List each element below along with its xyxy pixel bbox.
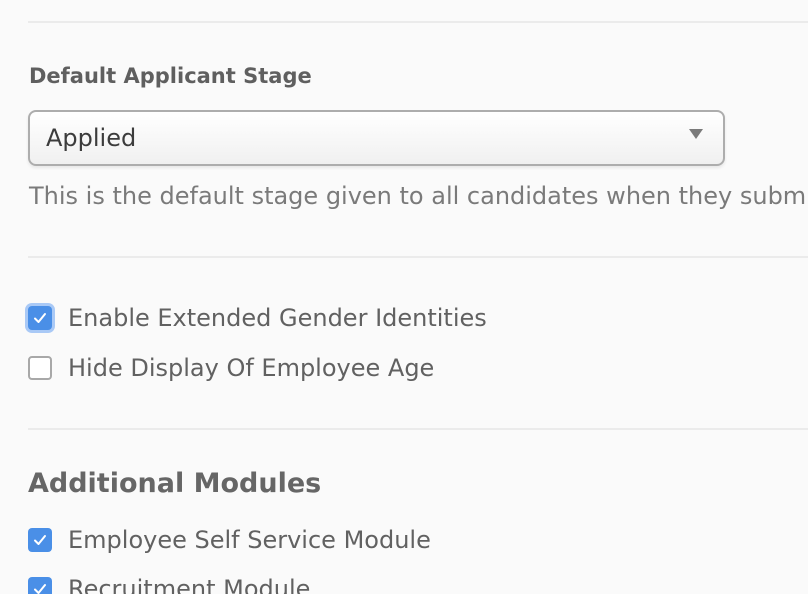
hide-age-label[interactable]: Hide Display Of Employee Age [68,354,434,382]
checkmark-icon [34,584,46,594]
self-service-module-option: Employee Self Service Module [28,525,431,555]
self-service-module-checkbox[interactable] [28,528,52,552]
extended-gender-option: Enable Extended Gender Identities [28,303,487,333]
additional-modules-heading: Additional Modules [28,468,322,499]
recruitment-module-label[interactable]: Recruitment Module [68,575,310,594]
checkmark-icon [34,313,46,323]
recruitment-module-checkbox[interactable] [28,577,52,594]
checkmark-icon [34,535,46,545]
hide-age-checkbox[interactable] [28,356,52,380]
stage-divider [28,256,808,258]
recruitment-module-option: Recruitment Module [28,574,310,594]
applicant-stage-label: Default Applicant Stage [29,64,312,88]
self-service-module-label[interactable]: Employee Self Service Module [68,526,431,554]
settings-page: Default Applicant Stage Applied This is … [0,0,808,594]
dropdown-arrow-icon [689,129,703,139]
applicant-stage-select[interactable]: Applied [28,110,725,166]
extended-gender-checkbox[interactable] [28,306,52,330]
applicant-stage-help-text: This is the default stage given to all c… [29,182,808,210]
applicant-stage-selected-value: Applied [46,124,137,152]
hide-age-option: Hide Display Of Employee Age [28,353,434,383]
extended-gender-label[interactable]: Enable Extended Gender Identities [68,304,487,332]
top-divider [28,21,808,23]
options-divider [28,428,808,430]
